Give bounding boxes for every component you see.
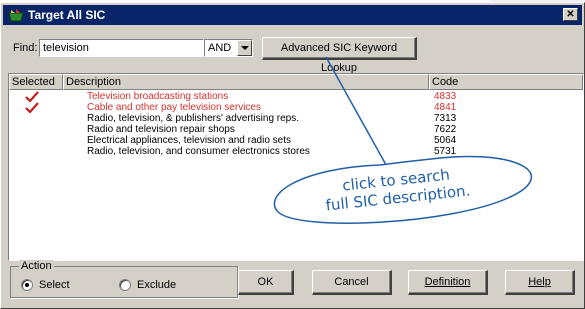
radio-selected-icon[interactable] — [21, 279, 33, 291]
row-description: Radio and television repair shops — [87, 124, 235, 135]
exclude-radio-label: Exclude — [137, 279, 177, 291]
row-description: Television broadcasting stations — [87, 91, 229, 102]
row-description: Electrical appliances, television and ra… — [87, 135, 291, 146]
row-code: 4841 — [434, 102, 457, 113]
title-bar: Target All SIC ✕ — [3, 5, 582, 25]
dialog-window: Target All SIC ✕ Find: television AND Ad… — [0, 2, 585, 309]
find-label: Find: — [13, 42, 38, 54]
table-row[interactable]: Television broadcasting stations 4833 — [9, 91, 583, 103]
list-header: Selected Description Code — [9, 74, 583, 90]
row-code: 7622 — [434, 124, 457, 135]
operator-select[interactable]: AND — [204, 39, 253, 57]
select-radio[interactable]: Select — [21, 279, 70, 291]
help-button[interactable]: Help — [505, 270, 575, 295]
checkmark-icon[interactable] — [25, 102, 41, 114]
column-header-code[interactable]: Code — [429, 74, 583, 90]
app-icon — [8, 9, 24, 22]
exclude-radio[interactable]: Exclude — [119, 279, 176, 291]
chevron-down-icon[interactable] — [237, 40, 252, 56]
row-code: 7313 — [434, 113, 457, 124]
table-row[interactable]: Radio, television, & publishers' adverti… — [9, 113, 583, 124]
select-radio-label: Select — [39, 279, 70, 291]
checkmark-empty[interactable] — [25, 146, 41, 157]
cancel-button[interactable]: Cancel — [312, 270, 392, 295]
checkmark-empty[interactable] — [25, 135, 41, 146]
window-title: Target All SIC — [28, 8, 106, 22]
row-description: Cable and other pay television services — [87, 102, 261, 113]
table-row[interactable]: Radio and television repair shops 7622 — [9, 124, 583, 135]
row-code: 5064 — [434, 135, 457, 146]
row-description: Radio, television, and consumer electron… — [87, 146, 310, 157]
column-header-selected[interactable]: Selected — [9, 74, 63, 90]
close-button[interactable]: ✕ — [563, 8, 578, 21]
help-button-label: Help — [528, 276, 551, 288]
close-icon: ✕ — [566, 9, 575, 20]
checkmark-icon[interactable] — [25, 91, 41, 103]
list-rows: Television broadcasting stations 4833 Cabl… — [9, 91, 583, 157]
row-code: 5731 — [434, 146, 457, 157]
checkmark-empty[interactable] — [25, 124, 41, 135]
ok-button[interactable]: OK — [238, 270, 294, 295]
table-row[interactable]: Cable and other pay television services 4… — [9, 102, 583, 114]
action-legend: Action — [19, 260, 54, 272]
radio-unselected-icon[interactable] — [119, 279, 131, 291]
column-header-description[interactable]: Description — [63, 74, 429, 90]
advanced-lookup-button[interactable]: Advanced SIC Keyword Lookup — [262, 37, 417, 74]
row-code: 4833 — [434, 91, 457, 102]
action-group: Action Select Exclude — [10, 260, 238, 298]
checkmark-empty[interactable] — [25, 113, 41, 124]
table-row[interactable]: Radio, television, and consumer electron… — [9, 146, 583, 157]
definition-button[interactable]: Definition — [408, 270, 488, 295]
find-input[interactable]: television — [39, 39, 204, 57]
row-description: Radio, television, & publishers' adverti… — [87, 113, 300, 124]
table-row[interactable]: Electrical appliances, television and ra… — [9, 135, 583, 146]
operator-value: AND — [208, 42, 232, 54]
definition-button-label: Definition — [424, 276, 471, 288]
